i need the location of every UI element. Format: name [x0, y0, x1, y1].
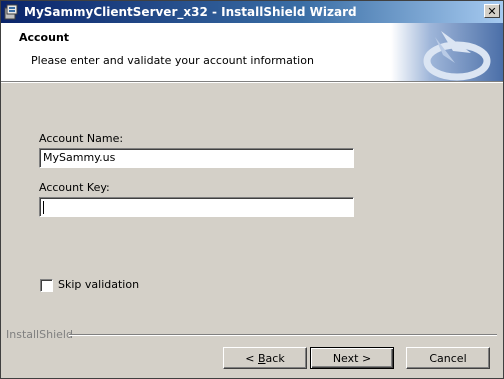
installshield-brand-text: InstallShield: [6, 328, 73, 341]
installshield-logo-icon: [391, 23, 503, 81]
skip-validation-checkbox[interactable]: [40, 279, 53, 292]
account-name-label: Account Name:: [39, 132, 124, 145]
installer-icon: [4, 4, 20, 20]
account-key-input[interactable]: [39, 197, 354, 217]
back-button[interactable]: < Back: [223, 347, 307, 369]
skip-validation-label[interactable]: Skip validation: [58, 278, 139, 291]
account-name-input[interactable]: MySammy.us: [39, 148, 354, 168]
footer-divider: [69, 334, 497, 336]
page-title: Account: [19, 31, 70, 44]
cancel-button[interactable]: Cancel: [406, 347, 490, 369]
installshield-wizard-window: MySammyClientServer_x32 - InstallShield …: [0, 0, 504, 379]
header-banner: Account Please enter and validate your a…: [1, 23, 503, 81]
header-separator: [1, 81, 503, 83]
close-icon: ✕: [487, 4, 497, 18]
window-title: MySammyClientServer_x32 - InstallShield …: [24, 5, 357, 19]
account-key-label: Account Key:: [39, 181, 110, 194]
close-button[interactable]: ✕: [484, 4, 500, 18]
page-subtitle: Please enter and validate your account i…: [31, 54, 314, 67]
text-caret: [43, 200, 44, 214]
next-button[interactable]: Next >: [310, 347, 394, 369]
title-bar[interactable]: MySammyClientServer_x32 - InstallShield …: [1, 1, 503, 23]
